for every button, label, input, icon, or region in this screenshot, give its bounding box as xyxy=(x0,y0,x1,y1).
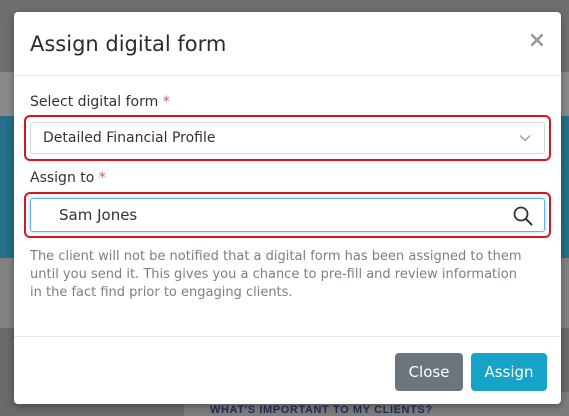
required-marker: * xyxy=(162,94,170,110)
close-button[interactable]: Close xyxy=(395,353,463,391)
assign-digital-form-modal: Assign digital form × Select digital for… xyxy=(14,12,561,404)
selected-form-value: Detailed Financial Profile xyxy=(43,130,216,146)
digital-form-select[interactable]: Detailed Financial Profile xyxy=(30,122,545,154)
assign-button[interactable]: Assign xyxy=(471,353,547,391)
select-form-label: Select digital form * xyxy=(30,94,170,110)
modal-title: Assign digital form xyxy=(30,32,227,56)
background-section-heading: WHAT'S IMPORTANT TO MY CLIENTS? xyxy=(210,404,433,416)
required-marker: * xyxy=(98,170,106,186)
assign-to-label: Assign to * xyxy=(30,170,106,186)
select-form-label-text: Select digital form xyxy=(30,94,159,110)
assign-to-value: Sam Jones xyxy=(59,206,138,224)
assign-to-label-text: Assign to xyxy=(30,170,95,186)
chevron-down-icon xyxy=(519,135,531,142)
modal-footer: Close Assign xyxy=(14,336,561,404)
modal-header: Assign digital form × xyxy=(14,12,561,76)
search-icon[interactable] xyxy=(512,205,534,227)
help-text: The client will not be notified that a d… xyxy=(30,249,522,300)
assign-to-search-input[interactable]: Sam Jones xyxy=(30,198,545,232)
close-icon[interactable]: × xyxy=(527,29,547,53)
